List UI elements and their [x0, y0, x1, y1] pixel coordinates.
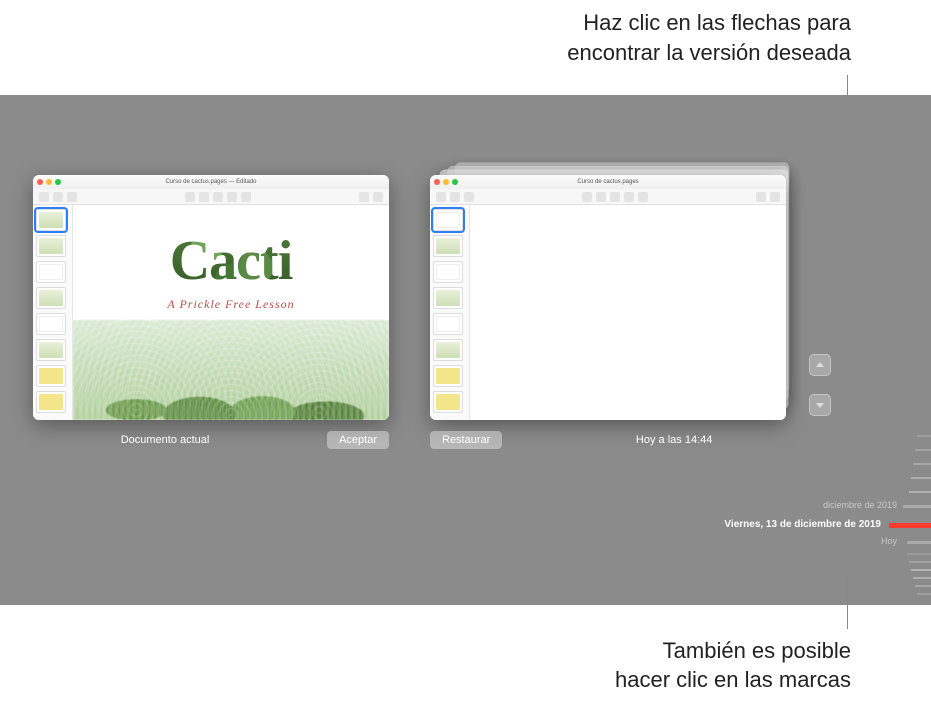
- toolbar-button[interactable]: [756, 192, 766, 202]
- page-thumbnail[interactable]: [36, 365, 66, 387]
- page-thumbnail[interactable]: [433, 235, 463, 257]
- version-timeline[interactable]: diciembre de 2019 Viernes, 13 de diciemb…: [861, 425, 931, 605]
- timeline-tick[interactable]: [909, 561, 931, 563]
- document-title: Cacti: [170, 229, 293, 293]
- toolbar-button[interactable]: [53, 192, 63, 202]
- page-thumbnail[interactable]: [433, 313, 463, 335]
- annotation-timeline: También es posible hacer clic en las mar…: [615, 636, 851, 695]
- toolbar-button[interactable]: [582, 192, 592, 202]
- page-thumbnail[interactable]: [36, 313, 66, 335]
- timeline-tick[interactable]: [913, 463, 931, 465]
- timeline-tick[interactable]: [907, 553, 931, 555]
- annotation-text: hacer clic en las marcas: [615, 665, 851, 695]
- timeline-tick[interactable]: [917, 593, 931, 595]
- restore-button[interactable]: Restaurar: [430, 431, 502, 449]
- page-thumbnails[interactable]: [33, 205, 73, 420]
- timeline-tick[interactable]: [913, 577, 931, 579]
- accept-button[interactable]: Aceptar: [327, 431, 389, 449]
- page-thumbnail[interactable]: [36, 209, 66, 231]
- current-document-window[interactable]: Curso de cactus.pages — Editado: [33, 175, 389, 420]
- toolbar-button[interactable]: [450, 192, 460, 202]
- previous-version-button[interactable]: [809, 354, 831, 376]
- leader-line: [847, 571, 848, 629]
- timeline-month-tick[interactable]: [903, 505, 931, 508]
- toolbar-button[interactable]: [596, 192, 606, 202]
- document-canvas[interactable]: Cacti A Prickle Free Lesson: [73, 205, 389, 420]
- historical-document-window[interactable]: Curso de cactus.pages: [430, 175, 786, 420]
- titlebar[interactable]: Curso de cactus.pages: [430, 175, 786, 189]
- toolbar-button[interactable]: [436, 192, 446, 202]
- page-thumbnail[interactable]: [36, 261, 66, 283]
- page-thumbnail[interactable]: [36, 391, 66, 413]
- page-thumbnail[interactable]: [433, 391, 463, 413]
- toolbar-button[interactable]: [638, 192, 648, 202]
- toolbar-button[interactable]: [213, 192, 223, 202]
- page-thumbnail[interactable]: [433, 209, 463, 231]
- current-document-label: Documento actual: [33, 434, 297, 446]
- next-version-button[interactable]: [809, 394, 831, 416]
- annotation-text: Haz clic en las flechas para: [567, 8, 851, 38]
- toolbar-button[interactable]: [39, 192, 49, 202]
- toolbar-button[interactable]: [227, 192, 237, 202]
- version-timestamp-label: Hoy a las 14:44: [562, 434, 786, 446]
- timeline-selected-tick[interactable]: [889, 523, 931, 528]
- toolbar-button[interactable]: [67, 192, 77, 202]
- version-browser-stage: Curso de cactus.pages — Editado: [0, 95, 931, 605]
- toolbar-button[interactable]: [610, 192, 620, 202]
- toolbar-button[interactable]: [199, 192, 209, 202]
- toolbar-button[interactable]: [359, 192, 369, 202]
- window-title: Curso de cactus.pages — Editado: [33, 179, 389, 185]
- page-thumbnail[interactable]: [433, 287, 463, 309]
- timeline-tick[interactable]: [915, 585, 931, 587]
- timeline-tick[interactable]: [911, 477, 931, 479]
- page-thumbnail[interactable]: [36, 235, 66, 257]
- timeline-month-label: diciembre de 2019: [823, 500, 897, 510]
- chevron-up-icon: [815, 360, 825, 370]
- timeline-tick[interactable]: [909, 491, 931, 493]
- toolbar-button[interactable]: [464, 192, 474, 202]
- toolbar: [33, 189, 389, 205]
- timeline-tick[interactable]: [911, 569, 931, 571]
- document-image: [73, 320, 389, 420]
- page-thumbnail[interactable]: [433, 261, 463, 283]
- timeline-today-label: Hoy: [881, 536, 897, 546]
- page-thumbnail[interactable]: [36, 287, 66, 309]
- annotation-text: También es posible: [615, 636, 851, 666]
- page-thumbnails[interactable]: [430, 205, 470, 420]
- toolbar-button[interactable]: [373, 192, 383, 202]
- toolbar-button[interactable]: [185, 192, 195, 202]
- version-caption-row: Restaurar Hoy a las 14:44: [430, 431, 786, 449]
- toolbar: [430, 189, 786, 205]
- page-thumbnail[interactable]: [36, 339, 66, 361]
- annotation-arrows: Haz clic en las flechas para encontrar l…: [567, 8, 851, 67]
- document-subtitle: A Prickle Free Lesson: [167, 297, 294, 312]
- current-caption-row: Documento actual Aceptar: [33, 431, 389, 449]
- window-title: Curso de cactus.pages: [430, 179, 786, 185]
- titlebar[interactable]: Curso de cactus.pages — Editado: [33, 175, 389, 189]
- annotation-text: encontrar la versión deseada: [567, 38, 851, 68]
- chevron-down-icon: [815, 400, 825, 410]
- timeline-selected-label: Viernes, 13 de diciembre de 2019: [724, 519, 881, 530]
- toolbar-button[interactable]: [624, 192, 634, 202]
- timeline-tick[interactable]: [915, 449, 931, 451]
- timeline-tick[interactable]: [917, 435, 931, 437]
- page-thumbnail[interactable]: [433, 339, 463, 361]
- page-thumbnail[interactable]: [433, 365, 463, 387]
- toolbar-button[interactable]: [770, 192, 780, 202]
- document-canvas[interactable]: [470, 205, 786, 420]
- timeline-today-tick[interactable]: [907, 541, 931, 544]
- toolbar-button[interactable]: [241, 192, 251, 202]
